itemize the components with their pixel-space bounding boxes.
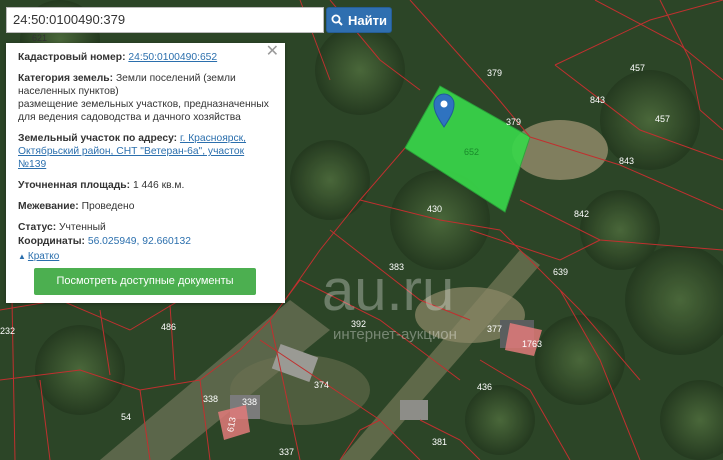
area-label: Уточненная площадь: xyxy=(18,180,131,191)
lot-label: 381 xyxy=(432,437,447,447)
address-row: Земельный участок по адресу: г. Краснояр… xyxy=(18,132,273,171)
collapse-label: Кратко xyxy=(27,251,60,262)
lot-label: 379 xyxy=(506,117,521,127)
lot-label: 486 xyxy=(161,322,176,332)
status-label: Статус: xyxy=(18,222,57,233)
lot-label: 652 xyxy=(464,147,479,157)
category-label: Категория земель: xyxy=(18,73,114,84)
lot-label: 842 xyxy=(574,209,589,219)
search-icon xyxy=(331,14,343,26)
lot-label: 54 xyxy=(121,412,131,422)
lot-label: 843 xyxy=(590,95,605,105)
cadastral-row: Кадастровый номер: 24:50:0100490:652 xyxy=(18,51,273,64)
cadastral-label: Кадастровый номер: xyxy=(18,52,126,63)
survey-label: Межевание: xyxy=(18,201,79,212)
lot-label: 430 xyxy=(427,204,442,214)
lot-label: 457 xyxy=(655,114,670,124)
chevron-up-icon: ▲ xyxy=(18,252,26,261)
search-button[interactable]: Найти xyxy=(326,7,392,33)
lot-label: 457 xyxy=(630,63,645,73)
collapse-link[interactable]: ▲ Кратко xyxy=(18,250,273,263)
lot-label: 379 xyxy=(487,68,502,78)
lot-label: 338 xyxy=(203,394,218,404)
survey-row: Межевание: Проведено xyxy=(18,200,273,213)
status-row: Статус: Учтенный xyxy=(18,221,273,234)
usage-text: размещение земельных участков, предназна… xyxy=(18,99,269,123)
area-row: Уточненная площадь: 1 446 кв.м. xyxy=(18,179,273,192)
lot-label: 1763 xyxy=(522,339,542,349)
close-icon[interactable]: ✕ xyxy=(266,44,279,60)
status-value: Учтенный xyxy=(59,222,106,233)
watermark-subtitle: интернет-аукцион xyxy=(333,326,457,343)
lot-label: 639 xyxy=(553,267,568,277)
lot-label: 338 xyxy=(242,397,257,407)
lot-label: 843 xyxy=(619,156,634,166)
cadastral-link[interactable]: 24:50:0100490:652 xyxy=(128,52,217,63)
watermark-logo: au.ru xyxy=(322,258,454,323)
lot-label: 337 xyxy=(279,447,294,457)
coords-value: 56.025949, 92.660132 xyxy=(87,236,191,247)
area-value: 1 446 кв.м. xyxy=(132,180,185,191)
parcel-info-panel: ✕ Кадастровый номер: 24:50:0100490:652 К… xyxy=(6,43,285,303)
lot-label: 436 xyxy=(477,382,492,392)
lot-label: 377 xyxy=(487,324,502,334)
lot-label: 621 xyxy=(32,33,47,43)
lot-label: 374 xyxy=(314,380,329,390)
address-label: Земельный участок по адресу: xyxy=(18,133,178,144)
coords-row: Координаты: 56.025949, 92.660132 xyxy=(18,235,273,248)
coords-label: Координаты: xyxy=(18,236,85,247)
survey-value: Проведено xyxy=(81,201,135,212)
lot-label: 232 xyxy=(0,326,15,336)
search-button-label: Найти xyxy=(348,12,387,28)
category-row: Категория земель: Земли поселений (земли… xyxy=(18,72,273,124)
search-input[interactable]: 24:50:0100490:379 xyxy=(6,7,324,33)
view-documents-button[interactable]: Посмотреть доступные документы xyxy=(34,268,256,295)
